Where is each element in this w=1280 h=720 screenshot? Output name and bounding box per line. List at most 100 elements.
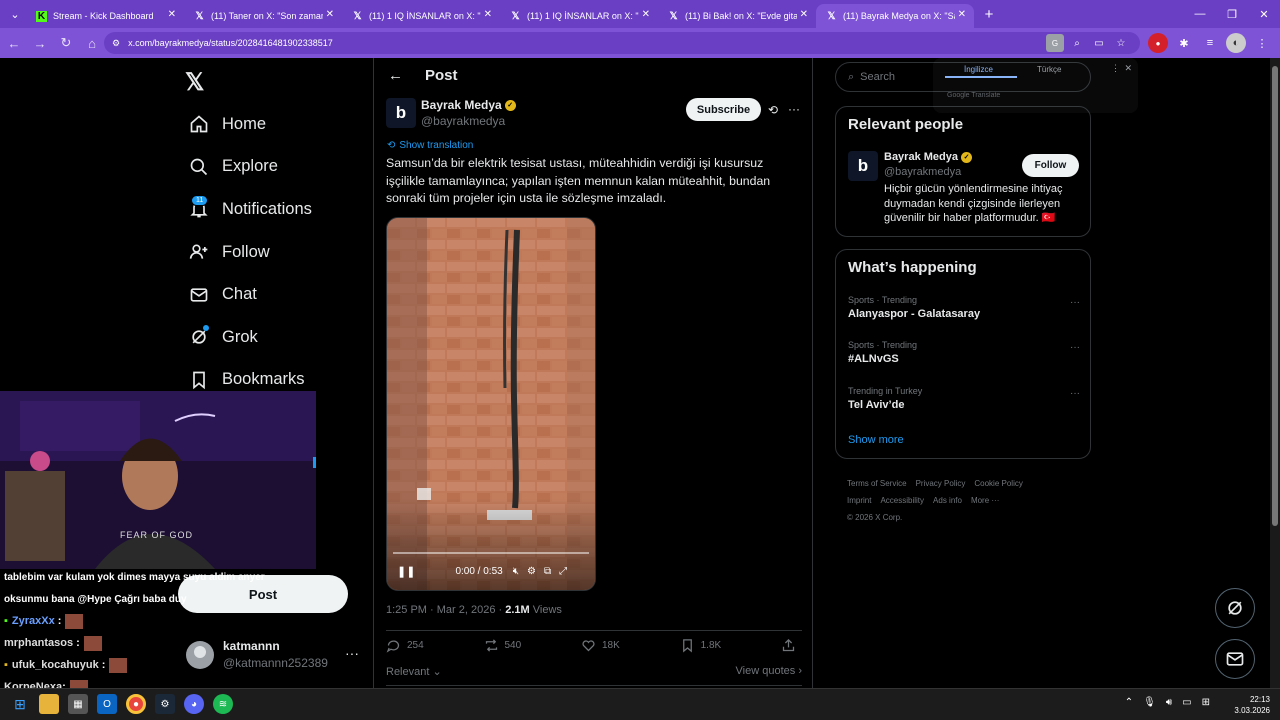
show-translation-link[interactable]: ⟲ Show translation xyxy=(387,140,473,151)
steam-icon[interactable]: ⚙ xyxy=(155,694,175,714)
mute-icon[interactable]: 🔇︎ xyxy=(513,566,519,577)
chrome-icon[interactable]: ● xyxy=(126,694,146,714)
sidebar-item-chat[interactable]: Chat xyxy=(180,273,312,316)
footer-link[interactable]: Imprint xyxy=(847,496,871,505)
follow-button[interactable]: Follow xyxy=(1022,154,1079,177)
tab-5[interactable]: 𝕏(11) Bayrak Medya on X: "Samsu✕ xyxy=(816,4,974,28)
sidebar-item-follow[interactable]: Follow xyxy=(180,231,312,274)
footer-link[interactable]: Cookie Policy xyxy=(974,479,1022,488)
video-player[interactable]: ❚❚ 0:00 / 0:53 🔇︎ ⚙ ⧉ ⤢ xyxy=(386,217,596,591)
tab-4[interactable]: 𝕏(11) Bi Bak! on X: "Evde gitar ça✕ xyxy=(658,4,816,28)
profile-icon[interactable]: ◐ xyxy=(1226,33,1246,53)
forward-icon[interactable]: → xyxy=(28,31,52,55)
tab-close-icon[interactable]: ✕ xyxy=(326,9,334,20)
footer-link[interactable]: More ··· xyxy=(971,496,999,505)
volume-icon[interactable]: 🔊︎ xyxy=(1166,697,1172,708)
author-avatar[interactable]: b xyxy=(386,98,416,128)
chevron-up-icon[interactable]: ⌃ xyxy=(1125,697,1133,708)
grok-explain-icon[interactable]: ⟲ xyxy=(768,103,778,117)
reply-button[interactable]: 254 xyxy=(386,638,424,653)
sidebar-item-grok[interactable]: Grok xyxy=(180,316,312,359)
star-icon[interactable]: ☆ xyxy=(1112,34,1130,52)
media-icon[interactable]: ≡ xyxy=(1200,33,1220,53)
tab-search-button[interactable]: ⌄ xyxy=(4,4,26,24)
x-logo-icon[interactable]: 𝕏 xyxy=(185,68,204,97)
post-timestamp[interactable]: 1:25 PM · Mar 2, 2026 · xyxy=(386,604,505,616)
outlook-icon[interactable]: O xyxy=(97,694,117,714)
repost-button[interactable]: 540 xyxy=(484,638,521,653)
author-name[interactable]: Bayrak Medya ✓ xyxy=(421,98,516,112)
menu-icon[interactable]: ⋮ xyxy=(1252,33,1272,53)
tab-1[interactable]: 𝕏(11) Taner on X: "Son zamanlarda✕ xyxy=(184,4,342,28)
show-more-link[interactable]: Show more xyxy=(848,434,904,446)
tab-close-icon[interactable]: ✕ xyxy=(958,9,966,20)
tab-close-icon[interactable]: ✕ xyxy=(642,9,650,20)
tab-0[interactable]: K Stream - Kick Dashboard ✕ xyxy=(26,4,184,28)
extension-icon[interactable]: ● xyxy=(1148,33,1168,53)
translate-lang-option[interactable]: İngilizce xyxy=(964,65,993,74)
translate-lang-option[interactable]: Türkçe xyxy=(1037,65,1061,74)
sidebar-item-explore[interactable]: Explore xyxy=(180,146,312,189)
back-arrow-icon[interactable]: ← xyxy=(388,67,403,84)
sidebar-item-notifications[interactable]: 11 Notifications xyxy=(180,188,312,231)
network-icon[interactable]: ⊞ xyxy=(1202,697,1210,708)
home-icon[interactable]: ⌂ xyxy=(80,31,104,55)
trend-item[interactable]: Sports · Trending Alanyaspor - Galatasar… xyxy=(848,295,1080,320)
more-icon[interactable]: ··· xyxy=(1070,388,1080,399)
tab-2[interactable]: 𝕏(11) 1 IQ İNSANLAR on X: "Haç✕ xyxy=(342,4,500,28)
reload-icon[interactable]: ↻ xyxy=(54,31,78,55)
post-more-icon[interactable]: ··· xyxy=(788,102,800,116)
footer-link[interactable]: Privacy Policy xyxy=(916,479,966,488)
trend-item[interactable]: Trending in Turkey Tel Aviv’de ··· xyxy=(848,386,1080,411)
subscribe-button[interactable]: Subscribe xyxy=(686,98,761,121)
more-icon[interactable]: ··· xyxy=(1070,297,1080,308)
close-icon[interactable]: ✕ xyxy=(1248,0,1280,28)
fullscreen-icon[interactable]: ⤢ xyxy=(559,566,567,577)
tab-close-icon[interactable]: ✕ xyxy=(168,9,176,20)
trend-item[interactable]: Sports · Trending #ALNvGS ··· xyxy=(848,340,1080,365)
zoom-icon[interactable]: ⌕ xyxy=(1068,34,1086,52)
restore-icon[interactable]: ❐ xyxy=(1216,0,1248,28)
store-icon[interactable]: ▦ xyxy=(68,694,88,714)
settings-icon[interactable]: ⚙ xyxy=(527,566,536,577)
more-icon[interactable]: ··· xyxy=(1070,342,1080,353)
translate-options-icon[interactable]: ⋮ xyxy=(1111,63,1120,74)
new-tab-button[interactable]: + xyxy=(978,6,1000,23)
footer-link[interactable]: Terms of Service xyxy=(847,479,907,488)
grok-fab-button[interactable] xyxy=(1215,588,1255,628)
bookmark-button[interactable]: 1.8K xyxy=(680,638,721,653)
pause-icon[interactable]: ❚❚ xyxy=(397,565,415,578)
tab-3[interactable]: 𝕏(11) 1 IQ İNSANLAR on X: "Erke✕ xyxy=(500,4,658,28)
messages-fab-button[interactable] xyxy=(1215,639,1255,679)
install-icon[interactable]: ▭ xyxy=(1090,34,1108,52)
share-button[interactable] xyxy=(781,638,802,653)
address-bar[interactable]: ⚙ x.com/bayrakmedya/status/20284164819023… xyxy=(104,32,1140,54)
tab-close-icon[interactable]: ✕ xyxy=(484,9,492,20)
sidebar-item-home[interactable]: Home xyxy=(180,103,312,146)
back-icon[interactable]: ← xyxy=(2,31,26,55)
windows-start-icon[interactable]: ⊞ xyxy=(10,694,30,714)
microphone-icon[interactable]: 🎙︎ xyxy=(1143,697,1156,708)
more-icon[interactable]: ··· xyxy=(345,645,359,661)
spotify-icon[interactable]: ≋ xyxy=(213,694,233,714)
discord-icon[interactable]: ◕ xyxy=(184,694,204,714)
footer-link[interactable]: Accessibility xyxy=(880,496,924,505)
scrollbar-thumb[interactable] xyxy=(1272,66,1278,526)
page-scrollbar[interactable] xyxy=(1270,58,1280,688)
view-quotes-link[interactable]: View quotes › xyxy=(736,665,802,678)
close-icon[interactable]: ✕ xyxy=(1124,63,1132,74)
post-author[interactable]: b Bayrak Medya ✓ @bayrakmedya xyxy=(386,98,516,128)
minimize-icon[interactable]: — xyxy=(1184,0,1216,28)
sort-dropdown[interactable]: Relevant ⌄ xyxy=(386,665,442,678)
site-info-icon[interactable]: ⚙ xyxy=(112,38,120,49)
tab-close-icon[interactable]: ✕ xyxy=(800,9,808,20)
translate-icon[interactable]: G xyxy=(1046,34,1064,52)
display-icon[interactable]: ▭ xyxy=(1182,697,1191,708)
like-button[interactable]: 18K xyxy=(581,638,620,653)
footer-link[interactable]: Ads info xyxy=(933,496,962,505)
pip-icon[interactable]: ⧉ xyxy=(544,566,551,577)
system-clock[interactable]: 22:13 3.03.2026 xyxy=(1234,694,1270,716)
file-explorer-icon[interactable] xyxy=(39,694,59,714)
puzzle-icon[interactable]: ✱ xyxy=(1174,33,1194,53)
author-avatar[interactable]: b xyxy=(848,151,878,181)
